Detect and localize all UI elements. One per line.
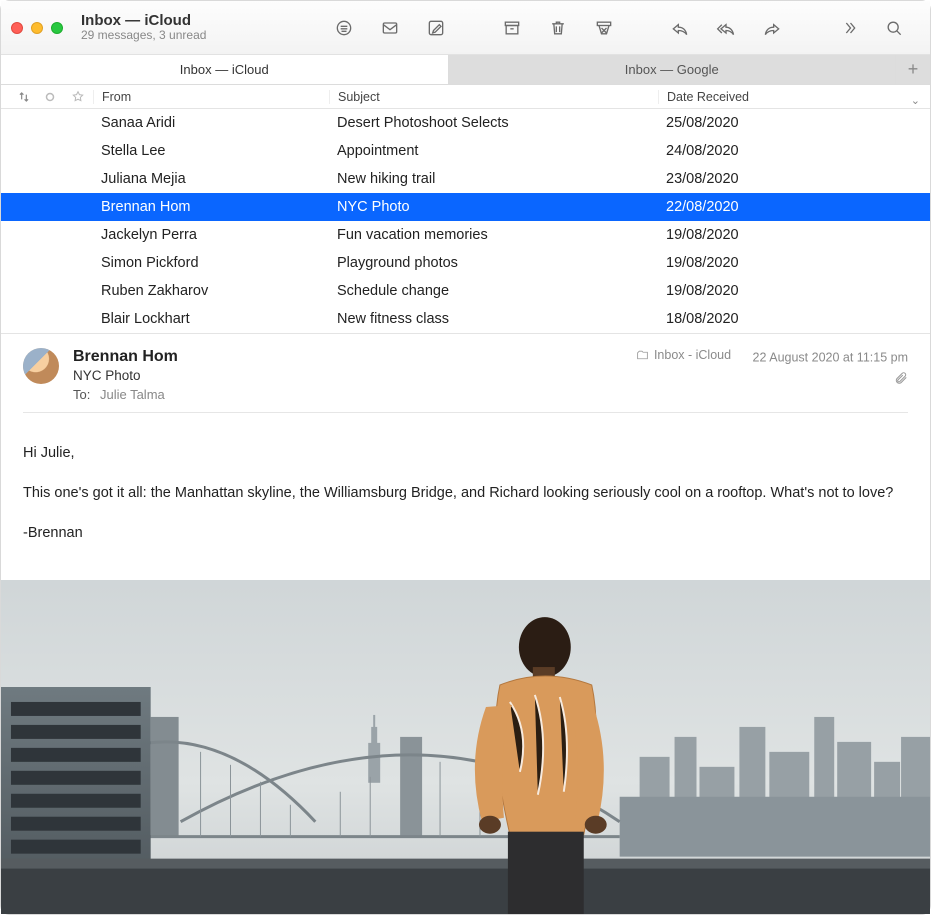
flag-column-icon[interactable] — [63, 90, 93, 104]
body-main: This one's got it all: the Manhattan sky… — [23, 483, 908, 505]
message-from: Simon Pickford — [93, 255, 329, 271]
message-date: 19/08/2020 — [658, 255, 930, 271]
window-subtitle: 29 messages, 3 unread — [81, 29, 206, 43]
chevron-down-icon: ⌄ — [911, 94, 920, 107]
more-toolbar-button[interactable] — [828, 13, 868, 43]
viewer-subject: NYC Photo — [73, 368, 178, 383]
viewer-body: Hi Julie, This one's got it all: the Man… — [1, 421, 930, 580]
viewer-to-label: To: — [73, 387, 90, 402]
attachment-icon[interactable] — [636, 371, 908, 388]
search-button[interactable] — [874, 13, 914, 43]
message-viewer: Brennan Hom NYC Photo To: Julie Talma In… — [1, 333, 930, 914]
message-row[interactable]: Sanaa AridiDesert Photoshoot Selects25/0… — [1, 109, 930, 137]
viewer-mailbox[interactable]: Inbox - iCloud — [636, 348, 731, 362]
message-date: 25/08/2020 — [658, 115, 930, 131]
message-date: 24/08/2020 — [658, 143, 930, 159]
window-controls — [11, 22, 63, 34]
window-title: Inbox — iCloud — [81, 12, 206, 29]
sender-avatar[interactable] — [23, 348, 59, 384]
message-subject: Appointment — [329, 143, 658, 159]
message-subject: Desert Photoshoot Selects — [329, 115, 658, 131]
reply-button[interactable] — [660, 13, 700, 43]
viewer-header: Brennan Hom NYC Photo To: Julie Talma In… — [1, 334, 930, 421]
message-row[interactable]: Juliana MejiaNew hiking trail23/08/2020 — [1, 165, 930, 193]
tab-label: Inbox — Google — [625, 62, 719, 77]
tab-inbox-google[interactable]: Inbox — Google — [449, 55, 897, 84]
archive-button[interactable] — [492, 13, 532, 43]
mail-window: Inbox — iCloud 29 messages, 3 unread — [0, 0, 931, 915]
get-mail-button[interactable] — [370, 13, 410, 43]
delete-button[interactable] — [538, 13, 578, 43]
message-subject: Playground photos — [329, 255, 658, 271]
column-header-date[interactable]: Date Received⌄ — [658, 90, 930, 104]
close-window-button[interactable] — [11, 22, 23, 34]
filter-button[interactable] — [324, 13, 364, 43]
message-subject: New hiking trail — [329, 171, 658, 187]
sort-indicator-icon[interactable] — [11, 90, 37, 104]
message-row[interactable]: Stella LeeAppointment24/08/2020 — [1, 137, 930, 165]
column-header-from[interactable]: From — [93, 90, 329, 104]
message-subject: Fun vacation memories — [329, 227, 658, 243]
toolbar-buttons — [318, 13, 920, 43]
viewer-to-row: To: Julie Talma — [73, 387, 178, 402]
message-from: Ruben Zakharov — [93, 283, 329, 299]
column-header-subject[interactable]: Subject — [329, 90, 658, 104]
viewer-datetime: 22 August 2020 at 11:15 pm — [753, 351, 908, 365]
message-from: Juliana Mejia — [93, 171, 329, 187]
minimize-window-button[interactable] — [31, 22, 43, 34]
viewer-to-name[interactable]: Julie Talma — [100, 387, 165, 402]
message-date: 23/08/2020 — [658, 171, 930, 187]
message-row[interactable]: Simon PickfordPlayground photos19/08/202… — [1, 249, 930, 277]
tabs-row: Inbox — iCloud Inbox — Google + — [1, 55, 930, 85]
message-date: 22/08/2020 — [658, 199, 930, 215]
fullscreen-window-button[interactable] — [51, 22, 63, 34]
message-list: Sanaa AridiDesert Photoshoot Selects25/0… — [1, 109, 930, 333]
new-tab-button[interactable]: + — [896, 55, 930, 84]
junk-button[interactable] — [584, 13, 624, 43]
titlebar: Inbox — iCloud 29 messages, 3 unread — [1, 1, 930, 55]
body-greeting: Hi Julie, — [23, 443, 908, 465]
message-from: Brennan Hom — [93, 199, 329, 215]
message-row[interactable]: Blair LockhartNew fitness class18/08/202… — [1, 305, 930, 333]
message-date: 19/08/2020 — [658, 227, 930, 243]
unread-column-icon[interactable] — [37, 92, 63, 102]
message-row[interactable]: Ruben ZakharovSchedule change19/08/2020 — [1, 277, 930, 305]
forward-button[interactable] — [752, 13, 792, 43]
message-subject: Schedule change — [329, 283, 658, 299]
message-row[interactable]: Brennan HomNYC Photo22/08/2020 — [1, 193, 930, 221]
body-signoff: -Brennan — [23, 523, 908, 545]
message-row[interactable]: Jackelyn PerraFun vacation memories19/08… — [1, 221, 930, 249]
message-from: Blair Lockhart — [93, 311, 329, 327]
message-date: 18/08/2020 — [658, 311, 930, 327]
compose-button[interactable] — [416, 13, 456, 43]
viewer-meta: Inbox - iCloud 22 August 2020 at 11:15 p… — [636, 348, 908, 388]
message-from: Jackelyn Perra — [93, 227, 329, 243]
column-headers: From Subject Date Received⌄ — [1, 85, 930, 109]
reply-all-button[interactable] — [706, 13, 746, 43]
message-subject: NYC Photo — [329, 199, 658, 215]
message-from: Sanaa Aridi — [93, 115, 329, 131]
title-block: Inbox — iCloud 29 messages, 3 unread — [81, 12, 206, 43]
attached-photo[interactable] — [1, 580, 930, 914]
tab-inbox-icloud[interactable]: Inbox — iCloud — [1, 55, 449, 84]
message-from: Stella Lee — [93, 143, 329, 159]
tab-label: Inbox — iCloud — [180, 62, 269, 77]
message-subject: New fitness class — [329, 311, 658, 327]
viewer-divider — [23, 412, 908, 413]
message-date: 19/08/2020 — [658, 283, 930, 299]
viewer-sender: Brennan Hom — [73, 348, 178, 366]
